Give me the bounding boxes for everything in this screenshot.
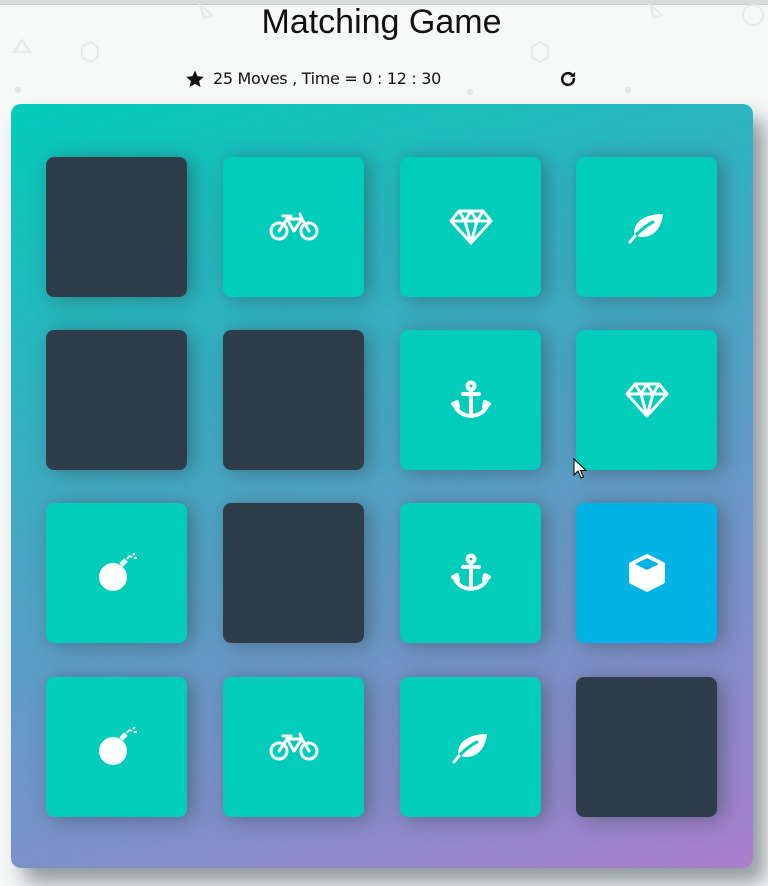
card-11-anchor[interactable] <box>400 503 541 643</box>
card-9-bomb[interactable] <box>46 503 187 643</box>
card-15-leaf[interactable] <box>400 677 541 817</box>
score-panel: 25 Moves , Time = 0 : 12 : 30 <box>185 67 580 93</box>
card-2-bicycle[interactable] <box>223 157 364 297</box>
anchor-icon <box>450 380 491 420</box>
card-4-leaf[interactable] <box>576 157 717 297</box>
card-3-diamond[interactable] <box>400 157 541 297</box>
card-deck <box>11 104 753 868</box>
mouse-cursor-icon <box>573 458 587 479</box>
bomb-icon <box>96 553 138 593</box>
leaf-icon <box>627 210 667 244</box>
card-12-cube[interactable] <box>576 503 717 643</box>
card-13-bomb[interactable] <box>46 677 187 817</box>
diamond-icon <box>625 381 669 419</box>
star-icon <box>185 69 205 89</box>
card-10-hidden[interactable] <box>223 503 364 643</box>
bomb-icon <box>96 727 138 767</box>
card-1-hidden[interactable] <box>46 157 187 297</box>
card-5-hidden[interactable] <box>46 330 187 470</box>
bicycle-icon <box>269 732 319 762</box>
cube-icon <box>627 553 667 593</box>
bicycle-icon <box>269 212 319 242</box>
diamond-icon <box>449 208 493 246</box>
card-16-hidden[interactable] <box>576 677 717 817</box>
page-title: Matching Game <box>261 3 502 41</box>
card-14-bicycle[interactable] <box>223 677 364 817</box>
card-7-anchor[interactable] <box>400 330 541 470</box>
restart-icon[interactable] <box>558 69 578 89</box>
leaf-icon <box>451 730 491 764</box>
moves-timer-text: 25 Moves , Time = 0 : 12 : 30 <box>213 69 442 88</box>
anchor-icon <box>450 553 491 593</box>
card-8-diamond[interactable] <box>576 330 717 470</box>
card-6-hidden[interactable] <box>223 330 364 470</box>
